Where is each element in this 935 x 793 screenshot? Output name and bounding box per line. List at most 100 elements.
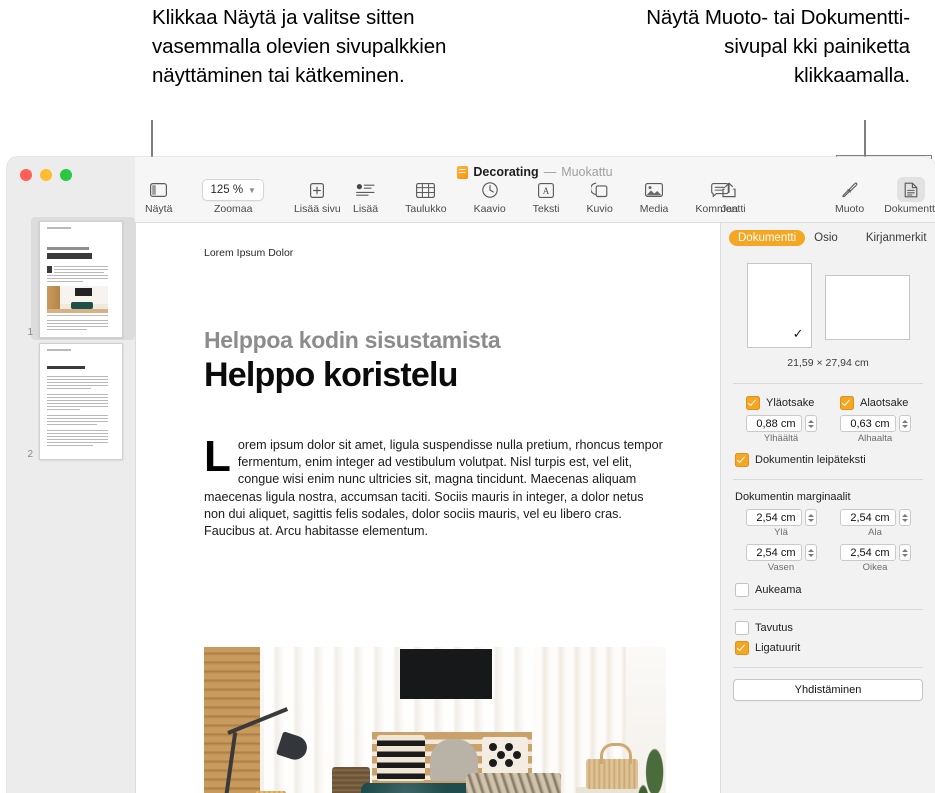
header-checkbox-row[interactable]: Yläotsake <box>746 396 814 410</box>
margin-bottom-value[interactable]: 2,54 cm <box>840 509 896 526</box>
margin-top-stepper-arrows[interactable] <box>805 509 817 526</box>
header-checkbox[interactable] <box>746 396 760 410</box>
toolbar-button-shape[interactable]: Kuvio <box>587 179 613 215</box>
margin-left-stepper-arrows[interactable] <box>805 544 817 561</box>
document-kicker[interactable]: Helppoa kodin sisustamista <box>204 327 663 354</box>
toolbar-button-share[interactable]: Jaa <box>721 179 738 215</box>
margin-top-stepper[interactable]: 2,54 cm <box>746 509 817 526</box>
stepper-down-icon[interactable] <box>902 425 908 428</box>
maximize-button[interactable] <box>60 169 72 181</box>
stepper-down-icon[interactable] <box>808 554 814 557</box>
toolbar-button-view[interactable]: Näytä <box>145 179 172 215</box>
thumbnail-row-2[interactable]: 2 <box>7 343 135 460</box>
minimize-button[interactable] <box>40 169 52 181</box>
footer-checkbox[interactable] <box>840 396 854 410</box>
ligatures-checkbox[interactable] <box>735 641 749 655</box>
tab-osio[interactable]: Osio <box>805 230 847 246</box>
document-body[interactable]: Lorem ipsum dolor sit amet, ligula suspe… <box>204 437 663 540</box>
page-orientation-selector: ✓ <box>721 263 935 348</box>
toolbar: Decorating — Muokattu Näytä 125 % <box>135 157 935 223</box>
toolbar-button-add-page[interactable]: Lisää sivu <box>294 179 341 215</box>
stepper-up-icon[interactable] <box>902 514 908 517</box>
thumbnail-page-1[interactable] <box>39 221 123 338</box>
stepper-up-icon[interactable] <box>902 420 908 423</box>
margin-right-stepper[interactable]: 2,54 cm <box>840 544 911 561</box>
pages-document-icon <box>457 166 468 179</box>
margin-right-value[interactable]: 2,54 cm <box>840 544 896 561</box>
toolbar-button-document[interactable]: Dokumentti <box>884 179 935 215</box>
margin-left-label: Vasen <box>768 562 794 573</box>
stepper-down-icon[interactable] <box>808 519 814 522</box>
body-text-checkbox-row[interactable]: Dokumentin leipäteksti <box>735 453 935 467</box>
tab-kirjanmerkit[interactable]: Kirjanmerkit <box>857 230 935 246</box>
document-canvas[interactable]: Lorem Ipsum Dolor Helppoa kodin sisustam… <box>136 223 721 793</box>
zoom-popup-button[interactable]: 125 % ▼ <box>202 179 264 201</box>
margin-right-stepper-arrows[interactable] <box>899 544 911 561</box>
toolbar-button-format[interactable]: Muoto <box>835 179 864 215</box>
stepper-down-icon[interactable] <box>902 554 908 557</box>
toolbar-label-shape: Kuvio <box>587 203 613 215</box>
stepper-down-icon[interactable] <box>808 425 814 428</box>
margin-left-stepper[interactable]: 2,54 cm <box>746 544 817 561</box>
document-headline[interactable]: Helppo koristelu <box>204 356 663 395</box>
stepper-down-icon[interactable] <box>902 519 908 522</box>
chevron-down-icon: ▼ <box>248 186 256 195</box>
footer-margin-stepper-arrows[interactable] <box>899 415 911 432</box>
header-margin-value[interactable]: 0,88 cm <box>746 415 802 432</box>
margin-top-value[interactable]: 2,54 cm <box>746 509 802 526</box>
table-icon <box>416 179 435 201</box>
stepper-up-icon[interactable] <box>808 514 814 517</box>
spread-checkbox-row[interactable]: Aukeama <box>735 583 935 597</box>
margin-left-value[interactable]: 2,54 cm <box>746 544 802 561</box>
toolbar-button-insert[interactable]: Lisää <box>353 179 378 215</box>
spread-checkbox[interactable] <box>735 583 749 597</box>
margin-bottom-label: Ala <box>868 527 882 538</box>
orientation-landscape-option[interactable] <box>825 275 910 340</box>
footer-checkbox-row[interactable]: Alaotsake <box>840 396 908 410</box>
page-size-label: 21,59 × 27,94 cm <box>721 357 935 369</box>
thumbnail-page-2[interactable] <box>39 343 123 460</box>
header-margin-stepper-arrows[interactable] <box>805 415 817 432</box>
body-text-checkbox[interactable] <box>735 453 749 467</box>
document-icon <box>897 177 925 202</box>
ligatures-checkbox-row[interactable]: Ligatuurit <box>735 641 935 655</box>
stepper-up-icon[interactable] <box>808 549 814 552</box>
toolbar-inspector-group: Muoto Dokumentti <box>835 179 935 215</box>
document-status: Muokattu <box>561 165 612 179</box>
hyphenation-checkbox[interactable] <box>735 621 749 635</box>
page-header-text[interactable]: Lorem Ipsum Dolor <box>204 247 663 259</box>
merge-button[interactable]: Yhdistäminen <box>733 679 923 701</box>
hyphenation-checkbox-row[interactable]: Tavutus <box>735 621 935 635</box>
margin-bottom-stepper[interactable]: 2,54 cm <box>840 509 911 526</box>
toolbar-center-group: Lisää Taulukko Kaavio <box>353 179 746 215</box>
stepper-up-icon[interactable] <box>902 549 908 552</box>
page-thumbnails-sidebar[interactable]: 1 <box>7 157 136 793</box>
toolbar-button-media[interactable]: Media <box>640 179 669 215</box>
header-margin-stepper[interactable]: 0,88 cm <box>746 415 817 432</box>
sidebar-icon <box>150 179 167 201</box>
margin-bottom-stepper-arrows[interactable] <box>899 509 911 526</box>
thumbnail-row-1[interactable]: 1 <box>7 221 135 338</box>
tab-dokumentti[interactable]: Dokumentti <box>729 230 805 246</box>
living-room-photo[interactable] <box>204 647 666 793</box>
toolbar-button-table[interactable]: Taulukko <box>405 179 446 215</box>
footer-margin-stepper[interactable]: 0,63 cm <box>840 415 911 432</box>
close-button[interactable] <box>20 169 32 181</box>
divider <box>733 479 923 480</box>
body-text-label: Dokumentin leipäteksti <box>755 454 866 466</box>
text-box-icon: A <box>538 179 554 201</box>
toolbar-button-text[interactable]: A Teksti <box>533 179 560 215</box>
toolbar-button-chart[interactable]: Kaavio <box>474 179 506 215</box>
stepper-up-icon[interactable] <box>808 420 814 423</box>
toolbar-label-view: Näytä <box>145 203 172 215</box>
footer-margin-value[interactable]: 0,63 cm <box>840 415 896 432</box>
margin-left-group: 2,54 cm Vasen <box>738 544 824 573</box>
header-field-group: Yläotsake 0,88 cm Ylhäältä <box>738 396 824 444</box>
thumbnail-number: 2 <box>7 449 39 460</box>
orientation-portrait-option[interactable]: ✓ <box>747 263 812 348</box>
toolbar-button-zoom[interactable]: 125 % ▼ Zoomaa <box>202 179 264 215</box>
footer-field-group: Alaotsake 0,63 cm Alhaalta <box>832 396 918 444</box>
chart-icon <box>482 179 498 201</box>
toolbar-label-text: Teksti <box>533 203 560 215</box>
document-title[interactable]: Decorating <box>473 165 538 179</box>
